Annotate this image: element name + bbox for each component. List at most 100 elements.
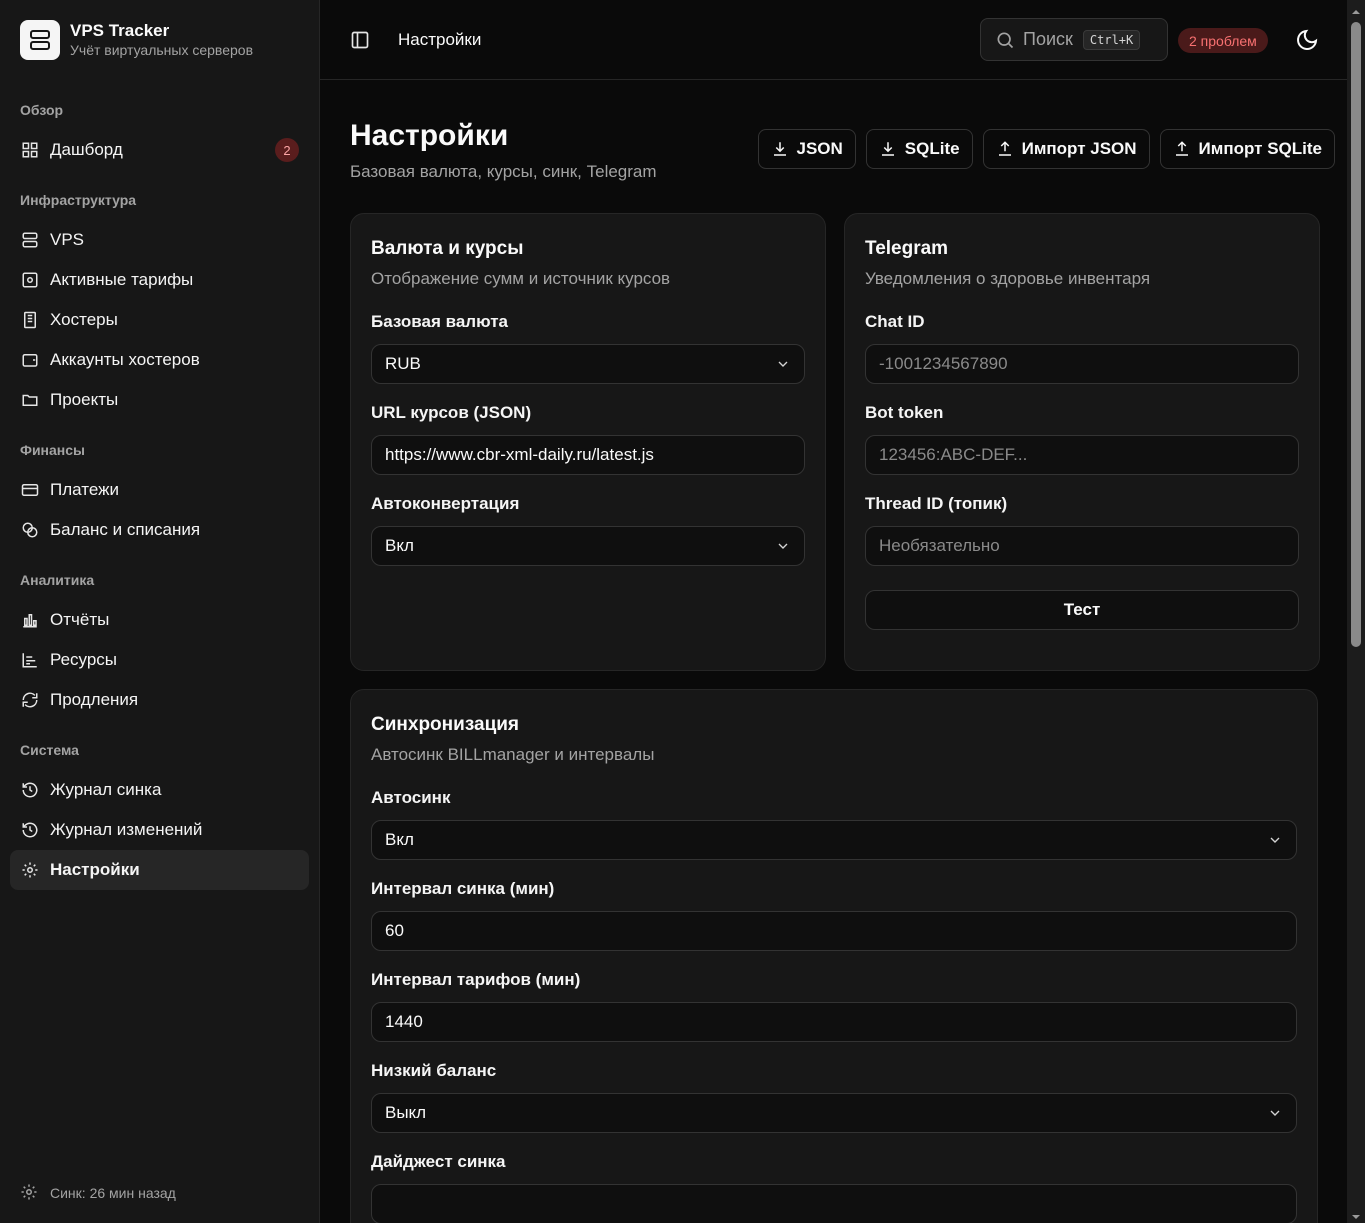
sidebar-item-settings[interactable]: Настройки: [10, 850, 309, 890]
sidebar-item-resources[interactable]: Ресурсы: [10, 640, 309, 680]
import-json-button[interactable]: Импорт JSON: [982, 129, 1150, 169]
brand-subtitle: Учёт виртуальных серверов: [70, 42, 254, 58]
chat-id-field: Chat ID -1001234567890: [865, 311, 1299, 384]
sync-digest-field: Дайджест синка: [371, 1151, 1297, 1223]
dashboard-icon: [20, 140, 40, 160]
sidebar-item-label: Аккаунты хостеров: [50, 350, 200, 369]
field-label: URL курсов (JSON): [371, 403, 532, 422]
field-label: Bot token: [865, 403, 944, 422]
export-json-button[interactable]: JSON: [757, 129, 856, 169]
autosync-field: Автосинк Вкл: [371, 787, 1297, 860]
coins-icon: [20, 520, 40, 540]
tariff-interval-input[interactable]: 1440: [371, 1002, 1297, 1042]
scroll-thumb[interactable]: [1351, 22, 1361, 647]
thread-id-input[interactable]: Необязательно: [865, 526, 1299, 566]
button-label: SQLite: [904, 139, 960, 158]
download-icon: [879, 140, 897, 158]
main: Настройки Поиск Ctrl+K 2 проблем Настрой…: [320, 0, 1365, 1223]
sync-card: Синхронизация Автосинк BILLmanager и инт…: [350, 689, 1318, 1223]
sidebar-item-vps[interactable]: VPS: [10, 220, 309, 260]
card-subtitle: Отображение сумм и источник курсов: [371, 269, 671, 288]
nav-group-analytics: Аналитика Отчёты Ресурсы Продления: [0, 570, 319, 720]
brand[interactable]: VPS Tracker Учёт виртуальных серверов: [0, 0, 319, 80]
rates-url-input[interactable]: https://www.cbr-xml-daily.ru/latest.js: [371, 435, 805, 475]
chevron-down-icon: [1267, 832, 1283, 848]
sidebar-item-renewals[interactable]: Продления: [10, 680, 309, 720]
base-currency-field: Базовая валюта RUB: [371, 311, 805, 384]
import-sqlite-button[interactable]: Импорт SQLite: [1159, 129, 1335, 169]
sidebar-item-dashboard[interactable]: Дашборд 2: [10, 130, 309, 170]
autosync-select[interactable]: Вкл: [371, 820, 1297, 860]
card-title: Синхронизация: [371, 714, 520, 735]
autoconvert-select[interactable]: Вкл: [371, 526, 805, 566]
download-icon: [771, 140, 789, 158]
page-content: Настройки Базовая валюта, курсы, синк, T…: [320, 80, 1365, 1223]
bar-chart-icon: [20, 610, 40, 630]
tariff-icon: [20, 270, 40, 290]
low-balance-field: Низкий баланс Выкл: [371, 1060, 1297, 1133]
sidebar-item-payments[interactable]: Платежи: [10, 470, 309, 510]
sidebar-item-label: Активные тарифы: [50, 270, 194, 289]
currency-card: Валюта и курсы Отображение сумм и источн…: [350, 213, 826, 671]
base-currency-select[interactable]: RUB: [371, 344, 805, 384]
sidebar-item-label: Баланс и списания: [50, 520, 201, 539]
field-label: Интервал синка (мин): [371, 879, 555, 898]
sidebar-item-hoster-accounts[interactable]: Аккаунты хостеров: [10, 340, 309, 380]
autoconvert-field: Автоконвертация Вкл: [371, 493, 805, 566]
field-label: Низкий баланс: [371, 1061, 497, 1080]
select-value: Выкл: [385, 1103, 427, 1122]
sidebar-item-sync-log[interactable]: Журнал синка: [10, 770, 309, 810]
settings-grid: Валюта и курсы Отображение сумм и источн…: [350, 213, 1335, 671]
button-label: Импорт JSON: [1021, 139, 1137, 158]
sidebar-item-label: Отчёты: [50, 610, 110, 629]
sidebar-item-tariffs[interactable]: Активные тарифы: [10, 260, 309, 300]
bot-token-field: Bot token 123456:ABC-DEF...: [865, 402, 1299, 475]
chat-id-input[interactable]: -1001234567890: [865, 344, 1299, 384]
export-sqlite-button[interactable]: SQLite: [865, 129, 973, 169]
field-label: Базовая валюта: [371, 312, 508, 331]
telegram-card: Telegram Уведомления о здоровье инвентар…: [844, 213, 1320, 671]
chevron-down-icon: [775, 356, 791, 372]
low-balance-select[interactable]: Выкл: [371, 1093, 1297, 1133]
field-label: Дайджест синка: [371, 1152, 506, 1171]
search-button[interactable]: Поиск Ctrl+K: [980, 18, 1168, 61]
credit-card-icon: [20, 480, 40, 500]
moon-icon[interactable]: [1295, 28, 1319, 52]
nav-group-system: Система Журнал синка Журнал изменений На…: [0, 740, 319, 890]
group-label: Инфраструктура: [20, 192, 137, 208]
history-icon: [20, 820, 40, 840]
tariff-interval-field: Интервал тарифов (мин) 1440: [371, 969, 1297, 1042]
scroll-up-icon[interactable]: [1351, 4, 1361, 14]
field-label: Интервал тарифов (мин): [371, 970, 581, 989]
group-label: Обзор: [20, 102, 64, 118]
scroll-down-icon[interactable]: [1351, 1209, 1361, 1219]
sidebar-toggle-icon[interactable]: [350, 30, 370, 50]
sidebar-item-change-log[interactable]: Журнал изменений: [10, 810, 309, 850]
chevron-down-icon: [1267, 1105, 1283, 1121]
server-icon: [20, 230, 40, 250]
telegram-test-button[interactable]: Тест: [865, 590, 1299, 630]
sidebar-item-reports[interactable]: Отчёты: [10, 600, 309, 640]
sidebar-item-label: VPS: [50, 230, 85, 249]
scrollbar[interactable]: [1347, 0, 1365, 1223]
upload-icon: [1173, 140, 1191, 158]
upload-icon: [996, 140, 1014, 158]
building-icon: [20, 310, 40, 330]
sidebar-item-projects[interactable]: Проекты: [10, 380, 309, 420]
topbar: Настройки Поиск Ctrl+K 2 проблем: [320, 0, 1365, 80]
sidebar-item-label: Дашборд: [50, 140, 123, 159]
field-label: Автосинк: [371, 788, 451, 807]
bot-token-input[interactable]: 123456:ABC-DEF...: [865, 435, 1299, 475]
group-label: Система: [20, 742, 79, 758]
sync-digest-select[interactable]: [371, 1184, 1297, 1223]
server-logo-icon: [20, 20, 60, 60]
thread-id-field: Thread ID (топик) Необязательно: [865, 493, 1299, 566]
problems-badge[interactable]: 2 проблем: [1178, 28, 1268, 53]
refresh-icon: [20, 690, 40, 710]
sidebar-item-hosters[interactable]: Хостеры: [10, 300, 309, 340]
sync-interval-input[interactable]: 60: [371, 911, 1297, 951]
folder-icon: [20, 390, 40, 410]
sidebar-item-balance[interactable]: Баланс и списания: [10, 510, 309, 550]
sidebar-item-label: Проекты: [50, 390, 119, 409]
app-root: VPS Tracker Учёт виртуальных серверов Об…: [0, 0, 1365, 1223]
